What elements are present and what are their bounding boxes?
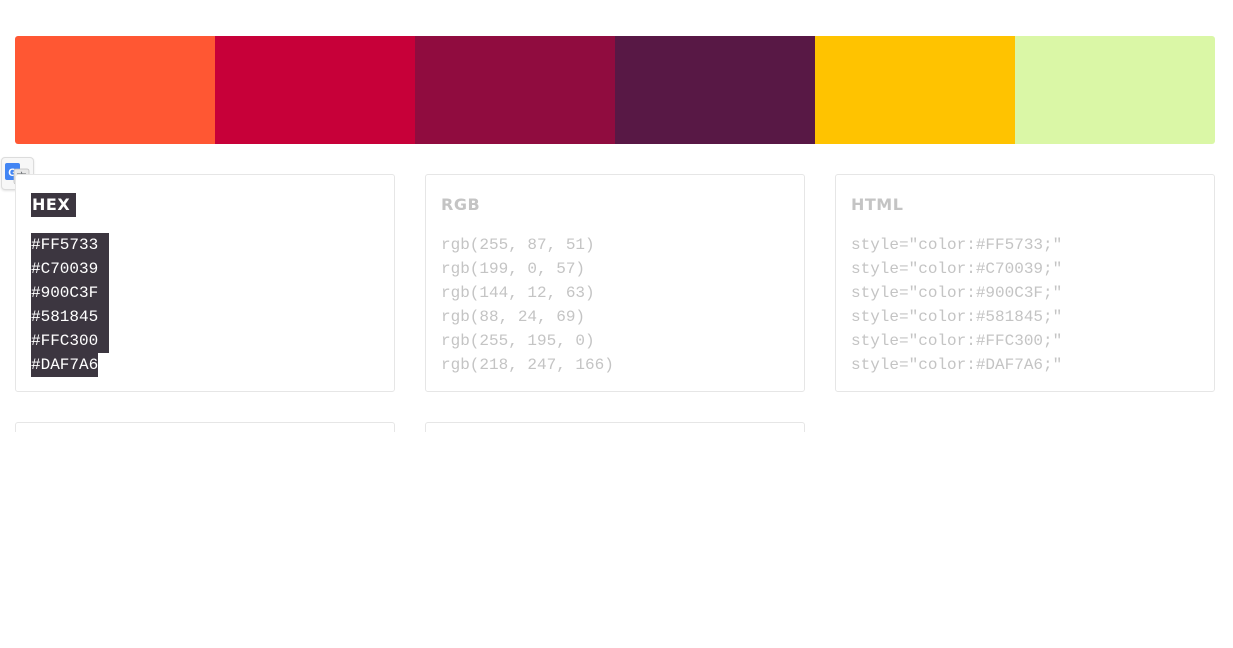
code-text: #DAF7A6: [31, 353, 99, 377]
code-text: rgb(255, 195, 0): [441, 332, 595, 350]
code-text: #FFC300: [31, 329, 110, 353]
html-code-list[interactable]: style="color:#FF5733;" style="color:#C700…: [851, 233, 1062, 377]
code-line[interactable]: #FFC300: [31, 329, 110, 353]
code-line[interactable]: rgb(144, 12, 63): [441, 281, 614, 305]
color-swatch[interactable]: [415, 36, 615, 144]
color-palette-bar: [15, 36, 1215, 144]
code-line[interactable]: rgb(199, 0, 57): [441, 257, 614, 281]
rgb-card-title: RGB: [441, 195, 481, 214]
code-line[interactable]: style="color:#FFC300;": [851, 329, 1062, 353]
hex-card: HEX #FF5733 #C70039 #900C3F #581845 #FFC300 #…: [15, 174, 395, 392]
rgb-card: RGB rgb(255, 87, 51) rgb(199, 0, 57) rgb(1…: [425, 174, 805, 392]
code-line[interactable]: style="color:#DAF7A6;": [851, 353, 1062, 377]
code-line[interactable]: rgb(218, 247, 166): [441, 353, 614, 377]
code-text: #C70039: [31, 257, 110, 281]
code-text: rgb(144, 12, 63): [441, 284, 595, 302]
code-text: #581845: [31, 305, 110, 329]
code-text: style="color:#FFC300;": [851, 332, 1063, 350]
code-line[interactable]: #DAF7A6: [31, 353, 109, 377]
page-bottom-area: [0, 432, 1233, 648]
code-text: rgb(255, 87, 51): [441, 236, 595, 254]
code-line[interactable]: #581845: [31, 305, 110, 329]
code-text: #FF5733: [31, 233, 110, 257]
code-line[interactable]: style="color:#900C3F;": [851, 281, 1062, 305]
color-swatch[interactable]: [15, 36, 215, 144]
code-text: rgb(218, 247, 166): [441, 356, 614, 374]
code-line[interactable]: style="color:#C70039;": [851, 257, 1062, 281]
code-text: rgb(88, 24, 69): [441, 308, 586, 326]
code-line[interactable]: rgb(255, 87, 51): [441, 233, 614, 257]
code-line[interactable]: rgb(255, 195, 0): [441, 329, 614, 353]
code-text: style="color:#DAF7A6;": [851, 356, 1063, 374]
code-text: style="color:#900C3F;": [851, 284, 1063, 302]
code-text: #900C3F: [31, 281, 110, 305]
hex-card-title: HEX: [31, 193, 77, 217]
code-text: style="color:#FF5733;": [851, 236, 1063, 254]
html-card: HTML style="color:#FF5733;" style="color:…: [835, 174, 1215, 392]
color-swatch[interactable]: [215, 36, 415, 144]
color-swatch[interactable]: [1015, 36, 1215, 144]
rgb-code-list[interactable]: rgb(255, 87, 51) rgb(199, 0, 57) rgb(144, …: [441, 233, 614, 377]
code-text: style="color:#C70039;": [851, 260, 1063, 278]
code-line[interactable]: style="color:#581845;": [851, 305, 1062, 329]
code-line[interactable]: rgb(88, 24, 69): [441, 305, 614, 329]
code-line[interactable]: #FF5733: [31, 233, 110, 257]
code-text: rgb(199, 0, 57): [441, 260, 586, 278]
color-swatch[interactable]: [615, 36, 815, 144]
hex-code-list[interactable]: #FF5733 #C70039 #900C3F #581845 #FFC300 #DAF7…: [31, 233, 110, 377]
code-line[interactable]: #900C3F: [31, 281, 110, 305]
code-text: style="color:#581845;": [851, 308, 1063, 326]
color-swatch[interactable]: [815, 36, 1015, 144]
code-line[interactable]: #C70039: [31, 257, 110, 281]
code-line[interactable]: style="color:#FF5733;": [851, 233, 1062, 257]
html-card-title: HTML: [851, 195, 904, 214]
